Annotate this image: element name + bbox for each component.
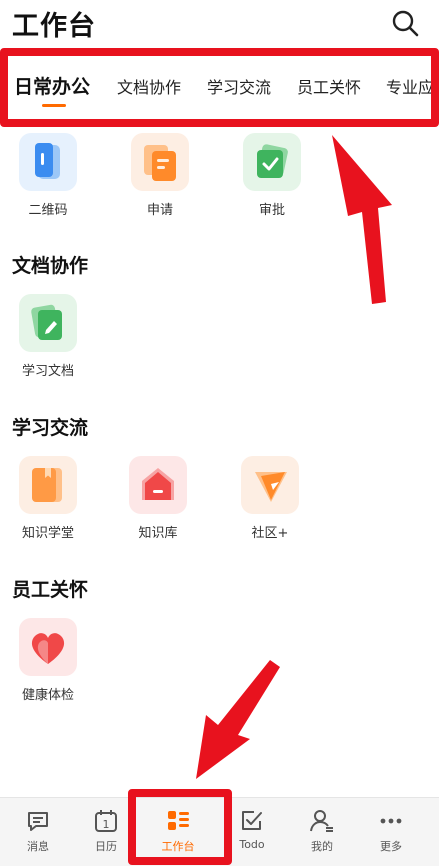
app-knowledge-base[interactable]: 知识库 [118, 456, 198, 541]
annotation-arrow-up [332, 135, 392, 304]
app-community[interactable]: 社区+ [230, 456, 310, 541]
apply-icon [131, 133, 189, 191]
section-title-care: 员工关怀 [12, 579, 89, 601]
app-label: 二维码 [28, 203, 68, 218]
nav-label: 消息 [27, 840, 49, 853]
nav-calendar[interactable]: 1 日历 [76, 808, 136, 854]
profile-icon [310, 810, 333, 832]
app-qrcode[interactable]: 二维码 [8, 133, 88, 218]
page-title: 工作台 [12, 11, 96, 42]
qrcode-icon [19, 133, 77, 191]
heart-icon [19, 618, 77, 676]
todo-icon [242, 811, 262, 830]
annotation-box-workbench [128, 789, 232, 865]
nav-label: 日历 [95, 840, 117, 853]
calendar-badge: 1 [103, 818, 110, 831]
more-icon [380, 818, 402, 824]
app-health-check[interactable]: 健康体检 [8, 618, 88, 703]
search-button[interactable] [390, 8, 420, 38]
section-title-learning: 学习交流 [12, 417, 89, 439]
header: 工作台 [0, 0, 439, 48]
nav-messages[interactable]: 消息 [8, 808, 68, 854]
app-label: 健康体检 [21, 688, 74, 703]
nav-profile[interactable]: 我的 [292, 808, 352, 854]
document-icon [19, 294, 77, 352]
app-label: 学习文档 [21, 364, 74, 379]
app-apply[interactable]: 申请 [120, 133, 200, 218]
community-icon [241, 456, 299, 514]
app-label: 知识学堂 [21, 526, 74, 541]
app-label: 社区+ [251, 526, 289, 541]
approve-icon [243, 133, 301, 191]
knowledge-icon [129, 456, 187, 514]
nav-label: 更多 [380, 840, 402, 853]
nav-more[interactable]: 更多 [361, 808, 421, 854]
search-icon [392, 10, 419, 37]
annotation-arrow-down [196, 660, 280, 779]
app-label: 知识库 [138, 526, 178, 541]
message-icon [28, 812, 48, 831]
app-knowledge-school[interactable]: 知识学堂 [8, 456, 88, 541]
calendar-icon: 1 [95, 810, 117, 832]
app-learning-docs[interactable]: 学习文档 [8, 294, 88, 379]
book-icon [19, 456, 77, 514]
section-title-docs: 文档协作 [12, 255, 89, 277]
app-label: 申请 [146, 203, 173, 218]
annotation-box-tabs [0, 48, 439, 127]
nav-label: 我的 [311, 840, 333, 853]
